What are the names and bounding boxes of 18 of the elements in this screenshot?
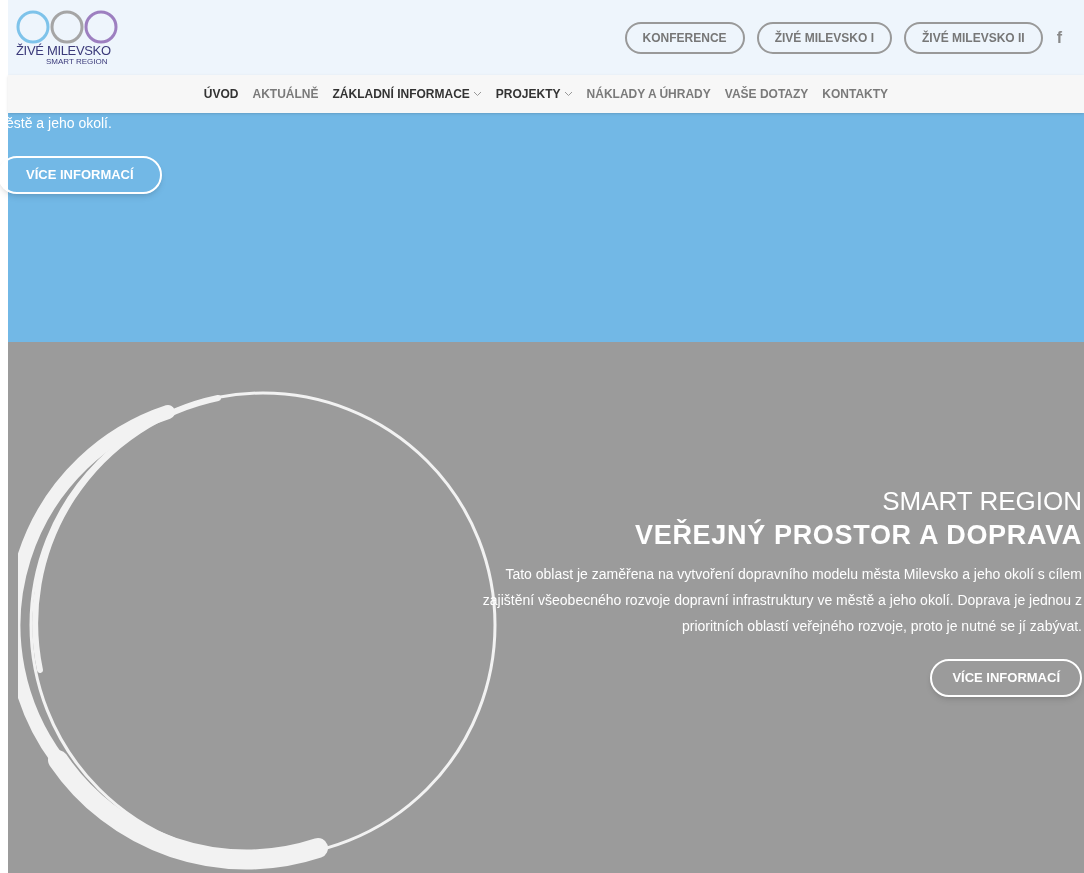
more-info-button[interactable]: VÍCE INFORMACÍ <box>930 659 1082 697</box>
nav-link[interactable]: PROJEKTY <box>495 85 573 103</box>
facebook-link[interactable]: f <box>1056 25 1062 50</box>
logo-subtitle: SMART REGION <box>46 56 108 66</box>
section-kicker: SMART REGION <box>882 485 1082 517</box>
nav-link[interactable]: ÚVOD <box>203 85 239 103</box>
nav-link[interactable]: NÁKLADY A ÚHRADY <box>586 85 711 103</box>
more-info-button[interactable]: VÍCE INFORMACÍ <box>0 156 162 194</box>
nav-link[interactable]: KONTAKTY <box>822 85 889 103</box>
nav-link[interactable]: ZÁKLADNÍ INFORMACE <box>332 85 482 103</box>
logo-title: ŽIVÉ MILEVSKO <box>16 43 111 57</box>
site-logo[interactable]: ŽIVÉ MILEVSKO SMART REGION <box>16 9 136 66</box>
nav-link[interactable]: VAŠE DOTAZY <box>724 85 809 103</box>
nav-link[interactable]: AKTUÁLNĚ <box>252 85 319 103</box>
top-link-button[interactable]: ŽIVÉ MILEVSKO II <box>904 21 1043 54</box>
section-title: VEŘEJNÝ PROSTOR A DOPRAVA <box>635 518 1082 552</box>
top-link-button[interactable]: ŽIVÉ MILEVSKO I <box>756 21 892 54</box>
top-link-button[interactable]: KONFERENCE <box>624 21 745 54</box>
